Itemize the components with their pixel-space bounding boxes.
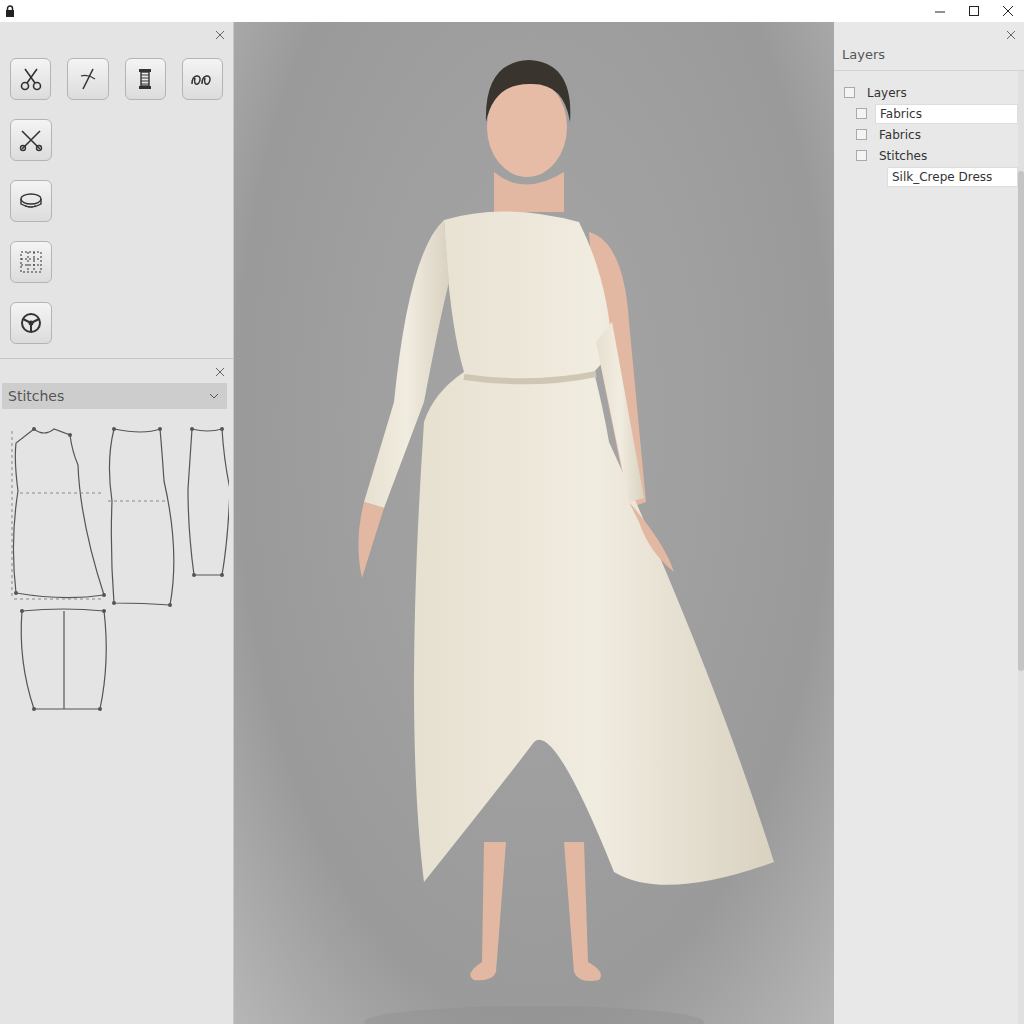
measure-tool[interactable] <box>10 180 52 222</box>
needle-icon <box>75 66 101 92</box>
close-icon[interactable] <box>1002 5 1014 17</box>
stitches-dropdown[interactable]: Stitches <box>2 383 227 409</box>
layer-row[interactable]: Stitches <box>844 145 1018 166</box>
scissors-icon <box>18 66 44 92</box>
layers-panel: Layers Layers Fabrics Fabrics Stitches S… <box>834 22 1024 1024</box>
lock-icon <box>5 5 15 17</box>
needle-tool[interactable] <box>67 58 108 100</box>
layer-row[interactable]: Silk_Crepe Dress <box>844 166 1018 187</box>
wheel-icon <box>18 310 44 336</box>
layer-label[interactable]: Silk_Crepe Dress <box>887 167 1018 187</box>
close-icon[interactable] <box>1006 30 1016 40</box>
layer-label[interactable]: Stitches <box>875 147 1018 165</box>
scissors-tool[interactable] <box>10 58 51 100</box>
close-icon[interactable] <box>215 30 225 40</box>
tools-panel: Stitches <box>0 22 234 1024</box>
layer-checkbox[interactable] <box>856 129 867 140</box>
layer-label[interactable]: Fabrics <box>875 126 1018 144</box>
title-bar <box>0 0 1024 22</box>
layer-checkbox[interactable] <box>856 108 867 119</box>
3d-viewport[interactable] <box>234 22 834 1024</box>
app-window: Stitches Layers Layers Fabrics Fabrics S… <box>0 0 1024 1024</box>
thread-tool[interactable] <box>125 58 166 100</box>
avatar-tool[interactable] <box>10 302 52 344</box>
chevron-down-icon <box>209 393 219 399</box>
crossed-scissors-icon <box>18 127 44 153</box>
stitch-icon <box>189 66 215 92</box>
grid-tool[interactable] <box>10 241 52 283</box>
close-icon[interactable] <box>215 367 225 377</box>
pattern-pieces[interactable] <box>4 421 229 721</box>
panel-title: Layers <box>834 44 1024 71</box>
layer-label[interactable]: Fabrics <box>875 104 1018 124</box>
minimize-icon[interactable] <box>934 5 946 17</box>
layer-row[interactable]: Fabrics <box>844 103 1018 124</box>
tape-measure-icon <box>18 188 44 214</box>
layer-label[interactable]: Layers <box>863 84 1018 102</box>
grid-icon <box>18 249 44 275</box>
spool-icon <box>132 66 158 92</box>
layer-checkbox[interactable] <box>856 150 867 161</box>
cut-tool[interactable] <box>10 119 52 161</box>
scrollbar[interactable] <box>1018 71 1024 1024</box>
layer-row[interactable]: Fabrics <box>844 124 1018 145</box>
stitch-tool[interactable] <box>182 58 223 100</box>
layer-row[interactable]: Layers <box>844 82 1018 103</box>
maximize-icon[interactable] <box>968 5 980 17</box>
layer-tree: Layers Fabrics Fabrics Stitches Silk_Cre… <box>834 71 1018 1024</box>
layer-checkbox[interactable] <box>844 87 855 98</box>
avatar-render <box>234 22 834 1024</box>
